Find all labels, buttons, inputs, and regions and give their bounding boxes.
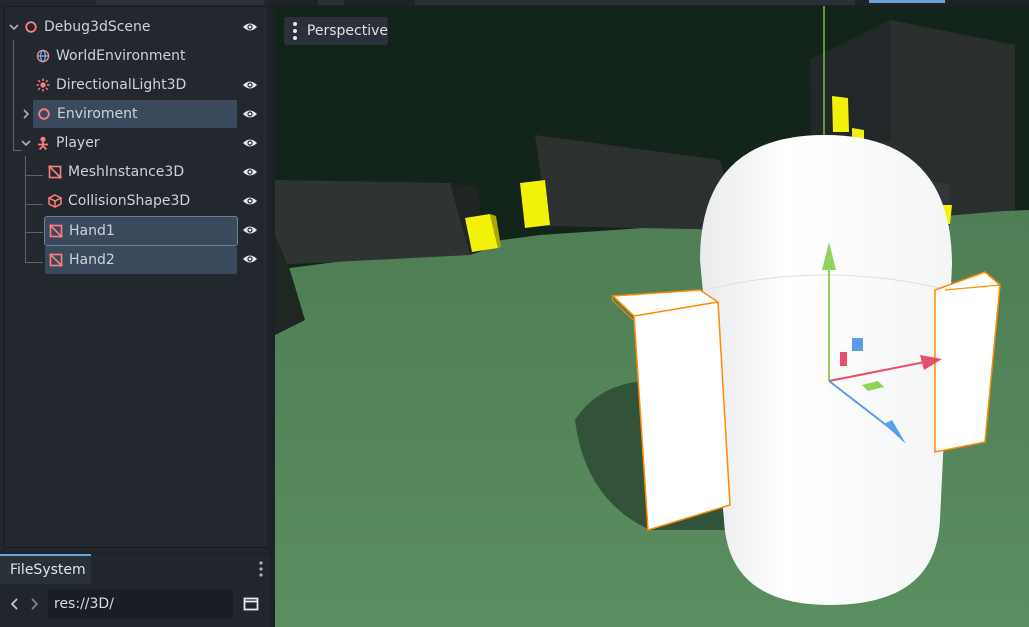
scene-dock-scroll-strip bbox=[96, 0, 264, 5]
tree-item-meshinstance3d[interactable]: MeshInstance3D bbox=[48, 158, 236, 186]
tree-item-label: DirectionalLight3D bbox=[56, 77, 187, 93]
visibility-eye-icon[interactable] bbox=[242, 251, 258, 267]
tree-item-label: CollisionShape3D bbox=[68, 193, 191, 209]
tree-item-worldenvironment[interactable]: WorldEnvironment bbox=[36, 42, 236, 70]
view-menu-button[interactable]: Perspective bbox=[284, 17, 388, 45]
yellow-marker bbox=[520, 180, 550, 228]
tree-guide-line bbox=[25, 156, 26, 262]
player-capsule bbox=[700, 135, 952, 605]
visibility-eye-icon[interactable] bbox=[242, 193, 258, 209]
tree-item-debug3dscene[interactable]: Debug3dScene bbox=[24, 13, 234, 41]
tree-guide-line bbox=[25, 232, 43, 233]
wall-block bbox=[275, 180, 470, 265]
mesh-instance-icon bbox=[48, 165, 62, 179]
tree-guide-line bbox=[13, 150, 22, 151]
world-environment-icon bbox=[36, 49, 50, 63]
tree-item-directionallight3d[interactable]: DirectionalLight3D bbox=[36, 71, 236, 99]
path-field[interactable]: res://3D/ bbox=[48, 590, 233, 618]
tree-item-label: Hand1 bbox=[69, 223, 115, 239]
viewport-scene bbox=[275, 6, 1029, 627]
visibility-eye-icon[interactable] bbox=[242, 222, 258, 238]
chevron-down-icon[interactable] bbox=[9, 22, 19, 32]
tree-guide-line bbox=[25, 262, 43, 263]
filesystem-dock: FileSystem res://3D/ bbox=[0, 554, 270, 627]
tree-item-collisionshape3d[interactable]: CollisionShape3D bbox=[48, 187, 236, 215]
tree-item-hand2[interactable]: Hand2 bbox=[45, 246, 237, 274]
tree-item-label: Hand2 bbox=[69, 252, 115, 268]
tree-item-player[interactable]: Player bbox=[36, 129, 236, 157]
node3d-icon bbox=[24, 20, 38, 34]
kebab-menu-icon bbox=[291, 22, 300, 40]
chevron-right-icon[interactable] bbox=[21, 109, 31, 119]
kebab-menu-icon[interactable] bbox=[256, 560, 266, 578]
toggle-split-icon[interactable] bbox=[243, 596, 259, 612]
tab-filesystem[interactable]: FileSystem bbox=[0, 554, 91, 584]
tree-item-label: Player bbox=[56, 135, 100, 151]
tree-item-label: Enviroment bbox=[57, 106, 138, 122]
tree-guide-line bbox=[13, 40, 14, 150]
yellow-marker bbox=[832, 96, 849, 132]
collision-shape-icon bbox=[48, 194, 62, 208]
tab-label: FileSystem bbox=[10, 562, 86, 578]
back-arrow-icon[interactable] bbox=[9, 597, 21, 611]
view-mode-label: Perspective bbox=[306, 23, 388, 39]
visibility-eye-icon[interactable] bbox=[242, 135, 258, 151]
tree-item-enviroment[interactable]: Enviroment bbox=[33, 100, 237, 128]
chevron-down-icon[interactable] bbox=[21, 138, 31, 148]
node3d-icon bbox=[37, 107, 51, 121]
tree-item-label: Debug3dScene bbox=[44, 19, 151, 35]
tree-item-hand1[interactable]: Hand1 bbox=[44, 216, 238, 246]
scene-dock: Debug3dScene WorldEnvironment Directiona… bbox=[0, 0, 270, 552]
tree-item-label: WorldEnvironment bbox=[56, 48, 186, 64]
3d-viewport[interactable] bbox=[275, 6, 1029, 627]
tree-guide-line bbox=[25, 175, 43, 176]
mesh-instance-icon bbox=[49, 224, 63, 238]
forward-arrow-icon[interactable] bbox=[28, 597, 40, 611]
directional-light-icon bbox=[36, 78, 50, 92]
path-value: res://3D/ bbox=[54, 596, 114, 612]
character-body-icon bbox=[36, 136, 50, 150]
mesh-instance-icon bbox=[49, 253, 63, 267]
visibility-eye-icon[interactable] bbox=[242, 77, 258, 93]
visibility-eye-icon[interactable] bbox=[242, 106, 258, 122]
tree-item-label: MeshInstance3D bbox=[68, 164, 185, 180]
visibility-eye-icon[interactable] bbox=[242, 164, 258, 180]
tree-guide-line bbox=[25, 204, 43, 205]
visibility-eye-icon[interactable] bbox=[242, 19, 258, 35]
